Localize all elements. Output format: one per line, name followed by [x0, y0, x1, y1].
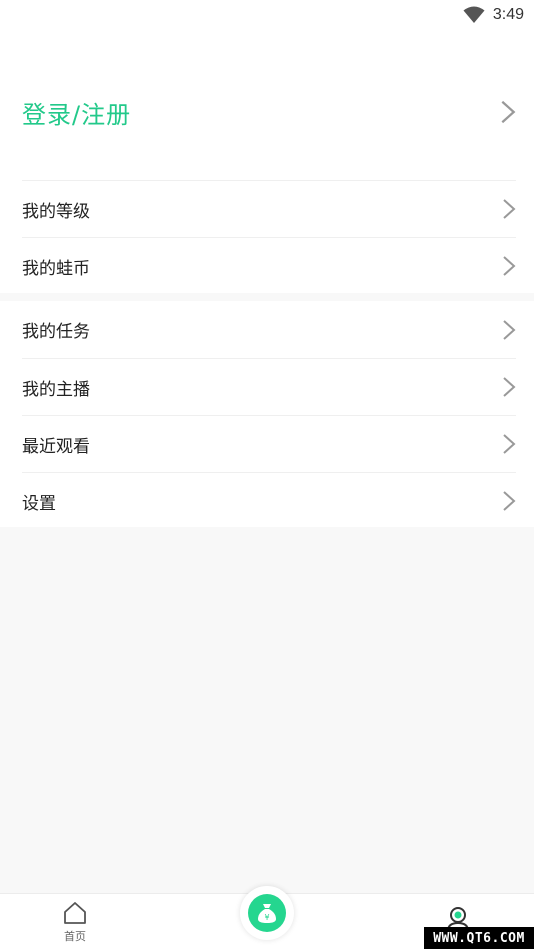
menu-group-account: 我的等级 我的蛙币 — [0, 180, 534, 293]
menu-item-label: 我的主播 — [22, 379, 90, 400]
profile-header: 登录/注册 — [0, 30, 534, 180]
menu-item-my-tasks[interactable]: 我的任务 — [22, 301, 516, 358]
menu-item-my-level[interactable]: 我的等级 — [22, 180, 516, 237]
chevron-right-icon — [503, 199, 516, 219]
chevron-right-icon — [503, 491, 516, 511]
home-icon — [64, 902, 86, 924]
menu-item-settings[interactable]: 设置 — [22, 472, 516, 529]
tab-earn-coins[interactable]: ¥ — [240, 886, 294, 940]
money-bag-icon: ¥ — [258, 904, 276, 923]
menu-item-label: 我的蛙币 — [22, 258, 90, 279]
chevron-right-icon — [503, 377, 516, 397]
tab-home[interactable]: 首页 — [50, 900, 100, 946]
menu-item-label: 我的任务 — [22, 322, 90, 342]
chevron-right-icon — [503, 434, 516, 454]
chevron-right-icon — [503, 319, 516, 340]
svg-text:¥: ¥ — [264, 913, 269, 922]
menu-item-label: 最近观看 — [22, 436, 90, 457]
chevron-right-icon — [503, 256, 516, 276]
menu-item-my-anchors[interactable]: 我的主播 — [22, 358, 516, 415]
chevron-right-icon — [501, 100, 516, 124]
money-bag-badge: ¥ — [248, 894, 286, 932]
menu-item-my-coins[interactable]: 我的蛙币 — [22, 237, 516, 294]
menu-item-label: 设置 — [22, 493, 56, 514]
watermark: WWW.QT6.COM — [424, 927, 534, 949]
menu-item-label: 我的等级 — [22, 201, 90, 222]
wifi-icon — [463, 6, 485, 23]
login-register-button[interactable]: 登录/注册 — [22, 92, 516, 132]
status-bar: 3:49 — [0, 0, 534, 30]
tab-home-label: 首页 — [64, 930, 86, 943]
login-register-label: 登录/注册 — [22, 100, 132, 129]
menu-group-activity: 我的任务 我的主播 最近观看 设置 — [0, 301, 534, 527]
status-time: 3:49 — [492, 6, 524, 23]
menu-item-recently-watched[interactable]: 最近观看 — [22, 415, 516, 472]
